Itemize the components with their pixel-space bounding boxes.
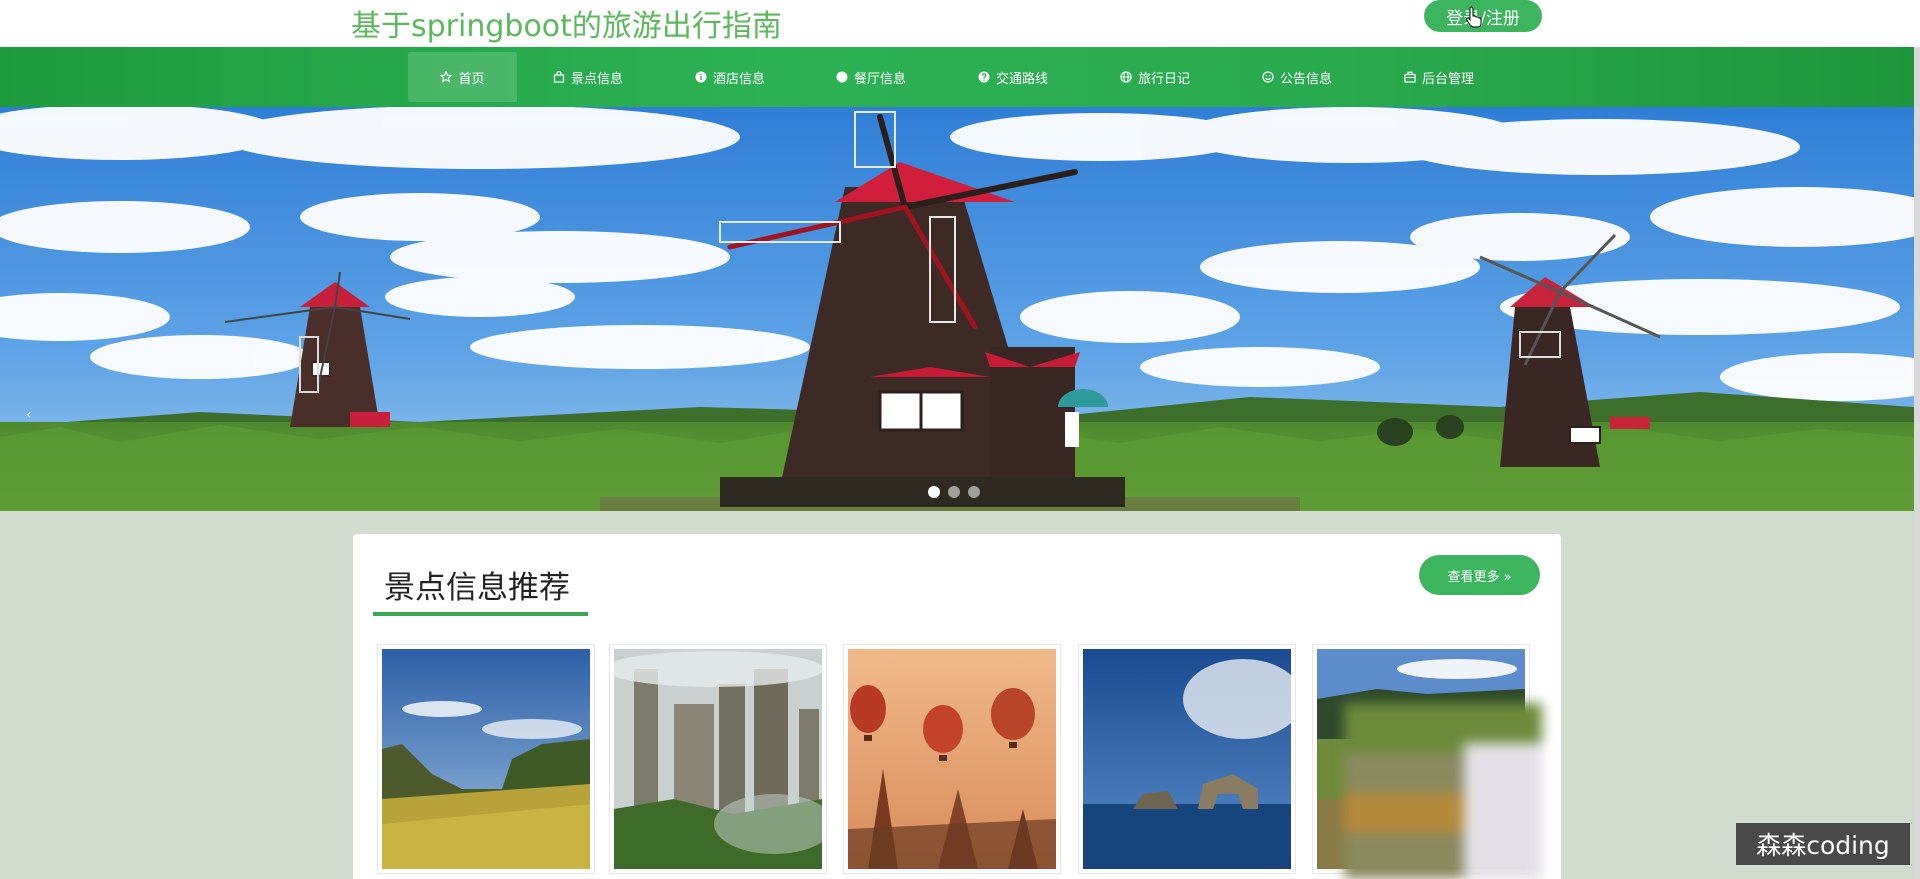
smile-icon — [1262, 71, 1274, 83]
info-circle-icon — [695, 71, 707, 83]
attraction-card[interactable] — [1078, 644, 1296, 874]
carousel-prev-arrow[interactable]: ‹ — [26, 407, 32, 423]
mountain-meadow-image — [382, 649, 590, 869]
carousel-dot-2[interactable] — [948, 486, 960, 498]
section-title: 景点信息推荐 — [384, 570, 570, 606]
section-underline — [373, 612, 588, 616]
carousel-dot-1[interactable] — [928, 486, 940, 498]
hand-cursor-icon — [1466, 6, 1482, 28]
nav-item-announcements[interactable]: 公告信息 — [1244, 52, 1350, 102]
attraction-card[interactable] — [843, 644, 1061, 874]
shopping-bag-icon — [553, 71, 565, 83]
view-more-button[interactable]: 查看更多 » — [1419, 555, 1540, 595]
nav-item-restaurants[interactable]: 餐厅信息 — [818, 52, 924, 102]
globe-icon — [1120, 71, 1132, 83]
watermark: 森森coding — [1736, 823, 1910, 865]
sea-arch-image — [1083, 649, 1291, 869]
banner-carousel[interactable]: ‹ — [0, 107, 1914, 511]
nav-item-hotels[interactable]: 酒店信息 — [677, 52, 783, 102]
stone-pillars-image — [614, 649, 822, 869]
attraction-card[interactable] — [377, 644, 595, 874]
nav-item-label: 公告信息 — [1279, 71, 1332, 87]
nav-item-admin[interactable]: 后台管理 — [1386, 52, 1492, 102]
nav-item-label: 酒店信息 — [712, 71, 765, 87]
main-nav: 首页 景点信息 酒店信息 餐厅信息 交通路线 旅行日记 公告信息 后台管理 — [0, 47, 1920, 107]
nav-item-label: 交通路线 — [995, 71, 1048, 87]
login-register-button[interactable]: 登录/注册 — [1424, 0, 1542, 32]
nav-item-label: 景点信息 — [570, 71, 623, 87]
star-icon — [440, 71, 453, 83]
hot-air-balloons-image — [848, 649, 1056, 869]
nav-item-label: 餐厅信息 — [853, 71, 906, 87]
briefcase-icon — [1404, 71, 1416, 83]
nav-item-travel-diary[interactable]: 旅行日记 — [1102, 52, 1208, 102]
carousel-dot-3[interactable] — [968, 486, 980, 498]
nav-item-label: 首页 — [458, 71, 485, 87]
help-circle-icon — [978, 71, 990, 83]
site-title: 基于springboot的旅游出行指南 — [351, 9, 782, 44]
attraction-card[interactable] — [609, 644, 827, 874]
blurred-overlay — [1344, 703, 1542, 879]
nav-item-label: 后台管理 — [1421, 71, 1474, 87]
windmill-banner-image — [0, 107, 1914, 511]
page-scrollbar[interactable] — [1914, 47, 1920, 879]
site-header: 基于springboot的旅游出行指南 登录/注册 — [0, 0, 1920, 47]
dot-circle-icon — [836, 71, 848, 83]
nav-item-home[interactable]: 首页 — [408, 52, 517, 102]
nav-item-attractions[interactable]: 景点信息 — [535, 52, 641, 102]
nav-item-transport[interactable]: 交通路线 — [960, 52, 1066, 102]
carousel-indicators — [928, 486, 980, 498]
nav-item-label: 旅行日记 — [1137, 71, 1190, 87]
